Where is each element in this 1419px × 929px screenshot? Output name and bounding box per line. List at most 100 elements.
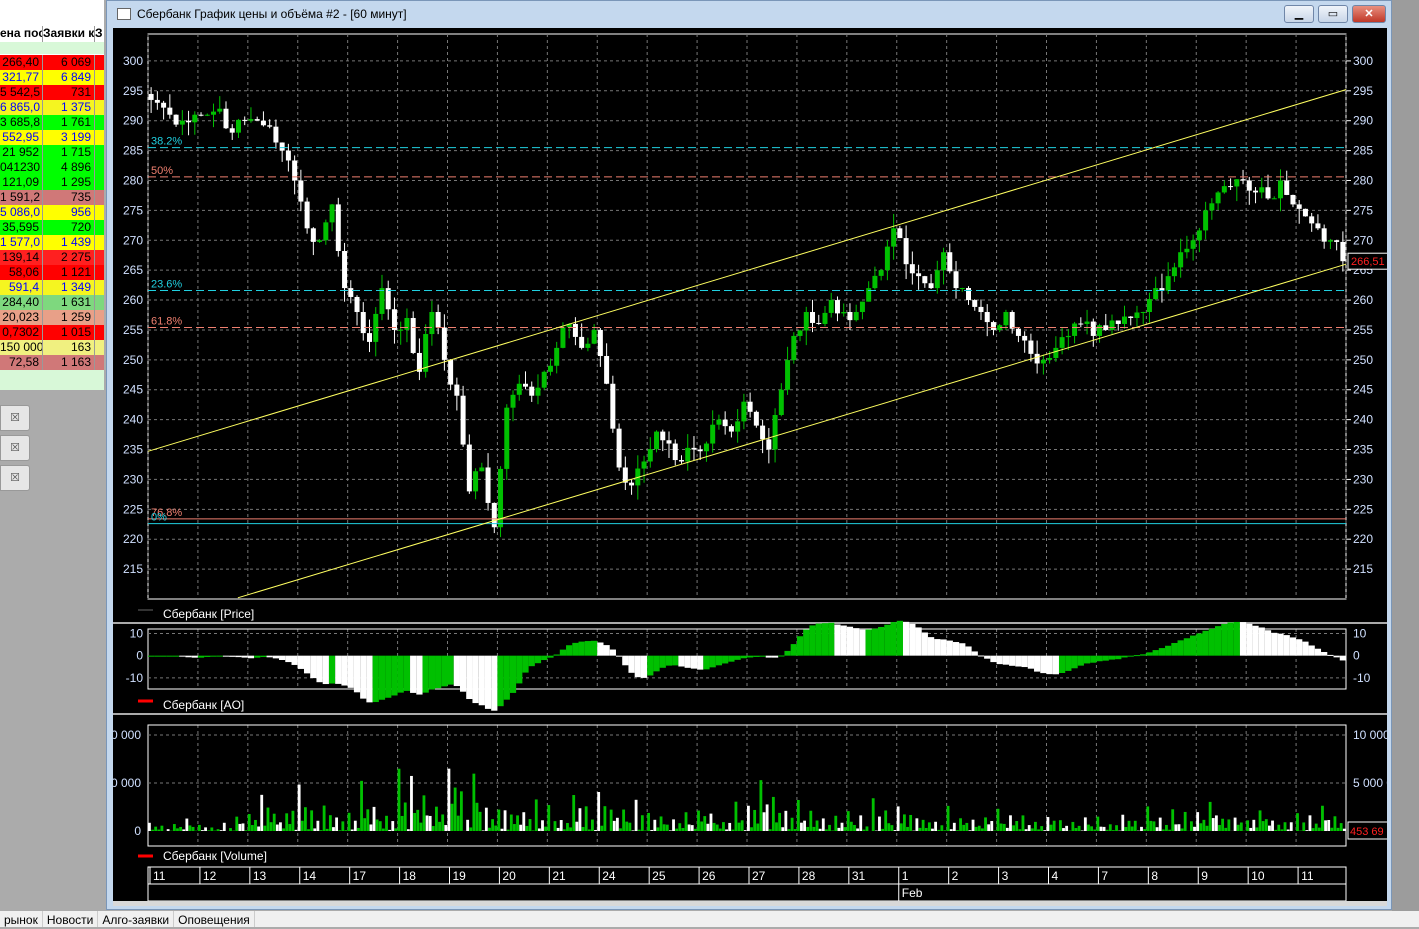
ao-bar <box>391 656 397 696</box>
table-row[interactable]: 0,73021 015 <box>0 325 104 340</box>
ao-bar <box>728 656 734 662</box>
candle-body <box>978 307 983 312</box>
col-header-orders[interactable]: Заявки к <box>42 26 94 42</box>
volume-bar <box>357 828 360 831</box>
table-row[interactable]: 21 9521 715 <box>0 145 104 160</box>
cell-price: 1 577,0 <box>0 235 42 250</box>
side-close-button[interactable]: ☒ <box>0 435 30 461</box>
table-row[interactable]: 0412304 896 <box>0 160 104 175</box>
ao-bar <box>691 656 697 669</box>
table-row[interactable]: 1 591,2735 <box>0 190 104 205</box>
volume-bar <box>969 830 972 831</box>
table-row[interactable]: 1 577,01 439 <box>0 235 104 250</box>
volume-bar <box>563 829 566 831</box>
volume-bar <box>900 823 903 831</box>
volume-bar <box>591 820 594 831</box>
candle-body <box>991 322 996 330</box>
table-row[interactable]: 266,406 069 <box>0 55 104 70</box>
candle-body <box>248 119 253 121</box>
candle-body <box>1016 329 1021 336</box>
volume-bar <box>1268 826 1271 831</box>
date-label: 8 <box>1151 869 1158 883</box>
ao-bar <box>1003 656 1009 665</box>
candle-body <box>1041 360 1046 364</box>
close-button[interactable]: ✕ <box>1352 5 1386 23</box>
volume-bar <box>1149 821 1152 831</box>
minimize-button[interactable]: ▁ <box>1284 5 1314 23</box>
volume-bar <box>173 824 176 831</box>
y-tick-label-left: 230 <box>123 472 143 486</box>
candle-body <box>1103 325 1108 330</box>
ao-bar <box>1309 645 1315 655</box>
volume-bar <box>993 830 996 831</box>
ao-bar <box>678 656 684 667</box>
date-label: 11 <box>153 869 166 883</box>
table-row[interactable]: 150 000163 <box>0 340 104 355</box>
ao-bar <box>722 656 728 664</box>
table-row[interactable]: 284,401 631 <box>0 295 104 310</box>
table-row[interactable]: 6 865,01 375 <box>0 100 104 115</box>
candle-body <box>186 121 191 123</box>
tab-algo-orders[interactable]: Алго-заявки <box>98 911 174 927</box>
candle-body <box>972 300 977 307</box>
col-header-price[interactable]: ена пос <box>0 26 42 42</box>
title-bar[interactable]: Сбербанк График цены и объёма #2 - [60 м… <box>107 1 1391 27</box>
table-row[interactable]: 3 685,81 761 <box>0 115 104 130</box>
table-row[interactable]: 5 086,0956 <box>0 205 104 220</box>
table-row[interactable]: 591,41 349 <box>0 280 104 295</box>
ao-bar <box>940 639 946 655</box>
side-close-button[interactable]: ☒ <box>0 465 30 491</box>
table-row[interactable]: 139,142 275 <box>0 250 104 265</box>
ao-bar <box>335 656 341 684</box>
cell-orders: 1 121 <box>42 265 94 280</box>
candle-body <box>879 270 884 276</box>
ao-bar <box>522 656 528 673</box>
ao-bar <box>1296 639 1302 655</box>
table-row[interactable]: 20,0231 259 <box>0 310 104 325</box>
volume-bar <box>644 830 647 831</box>
volume-bar <box>1190 821 1193 831</box>
ao-bar <box>198 656 204 658</box>
ao-bar <box>1290 637 1296 655</box>
volume-bar <box>1280 829 1283 831</box>
cell-extra <box>94 205 104 220</box>
maximize-button[interactable]: ▭ <box>1318 5 1348 23</box>
volume-bar <box>650 830 653 831</box>
candle-body <box>267 125 272 126</box>
cell-extra <box>94 250 104 265</box>
volume-bar <box>1234 818 1237 831</box>
col-header-extra[interactable]: З <box>94 26 104 42</box>
chart-area[interactable]: 2152152202202252252302302352352402402452… <box>113 28 1387 906</box>
candle-body <box>835 300 840 313</box>
volume-bar <box>370 824 373 831</box>
volume-bar <box>360 781 363 831</box>
tab-market[interactable]: рынок <box>0 911 43 927</box>
volume-bar <box>669 830 672 831</box>
date-label: 14 <box>303 869 317 883</box>
chart-svg[interactable]: 2152152202202252252302302352352402402452… <box>113 28 1387 906</box>
volume-bar <box>719 829 722 831</box>
side-close-button[interactable]: ☒ <box>0 405 30 431</box>
table-row[interactable]: 121,091 295 <box>0 175 104 190</box>
table-row[interactable]: 321,776 849 <box>0 70 104 85</box>
candle-body <box>785 360 790 390</box>
ao-tick-left: -10 <box>126 671 144 685</box>
volume-bar <box>235 817 238 831</box>
ao-bar <box>1315 649 1321 656</box>
horizontal-scrollbar[interactable] <box>113 901 1387 906</box>
date-label: 21 <box>552 869 566 883</box>
tab-news[interactable]: Новости <box>43 911 98 927</box>
table-row[interactable]: 5 542,5731 <box>0 85 104 100</box>
volume-bar <box>1100 827 1103 831</box>
table-row[interactable]: 35,595720 <box>0 220 104 235</box>
tab-alerts[interactable]: Оповещения <box>174 911 255 927</box>
volume-tick-left: 0 000 <box>113 776 141 790</box>
ao-bar <box>647 656 653 676</box>
candle-body <box>355 297 360 312</box>
table-row[interactable]: 72,581 163 <box>0 355 104 370</box>
volume-bar <box>217 829 220 831</box>
table-row[interactable]: 552,953 199 <box>0 130 104 145</box>
volume-bar <box>756 824 759 831</box>
table-row[interactable]: 58,061 121 <box>0 265 104 280</box>
volume-bar <box>316 821 319 831</box>
